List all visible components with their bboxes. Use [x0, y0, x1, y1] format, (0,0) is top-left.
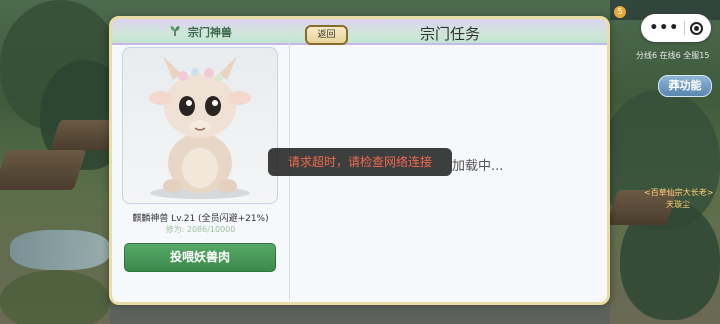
bottom-bar — [110, 306, 610, 324]
feed-beast-meat-button[interactable]: 投喂妖兽肉 — [124, 243, 276, 272]
loading-text: 加载中... — [452, 159, 504, 174]
server-stats: 分线6 在线6 全服15 — [636, 51, 710, 60]
function-button[interactable]: 莽功能 — [658, 75, 712, 97]
task-panel-title: 宗门任务 — [419, 25, 480, 43]
sprout-icon — [170, 26, 180, 36]
more-dots-icon[interactable]: ••• — [649, 20, 679, 36]
npc-name: <百草仙宗大长老> — [644, 188, 714, 197]
pet-panel-title: 宗门神兽 — [112, 24, 289, 40]
pet-cultivation-progress: 修为: 2086/10000 — [165, 225, 236, 234]
qilin-beast-image — [149, 56, 251, 199]
miniprogram-capsule[interactable]: ••• — [641, 14, 711, 42]
close-target-icon[interactable] — [689, 21, 703, 35]
network-timeout-toast: 请求超时，请检查网络连接 — [268, 148, 452, 176]
pet-name-level: 麒麟神兽 Lv.21 (全员闪避+21%) — [132, 214, 269, 224]
npc-title[interactable]: 天璇尘 — [666, 199, 690, 210]
pet-panel: 宗门神兽 麒麟神兽 Lv.21 (全员闪避+21%) 修为: 2086/1000… — [112, 19, 289, 302]
notification-badge: 5 — [614, 6, 626, 18]
pet-panel-title-text: 宗门神兽 — [187, 26, 232, 39]
capsule-divider — [683, 21, 685, 35]
pet-portrait — [122, 47, 278, 204]
